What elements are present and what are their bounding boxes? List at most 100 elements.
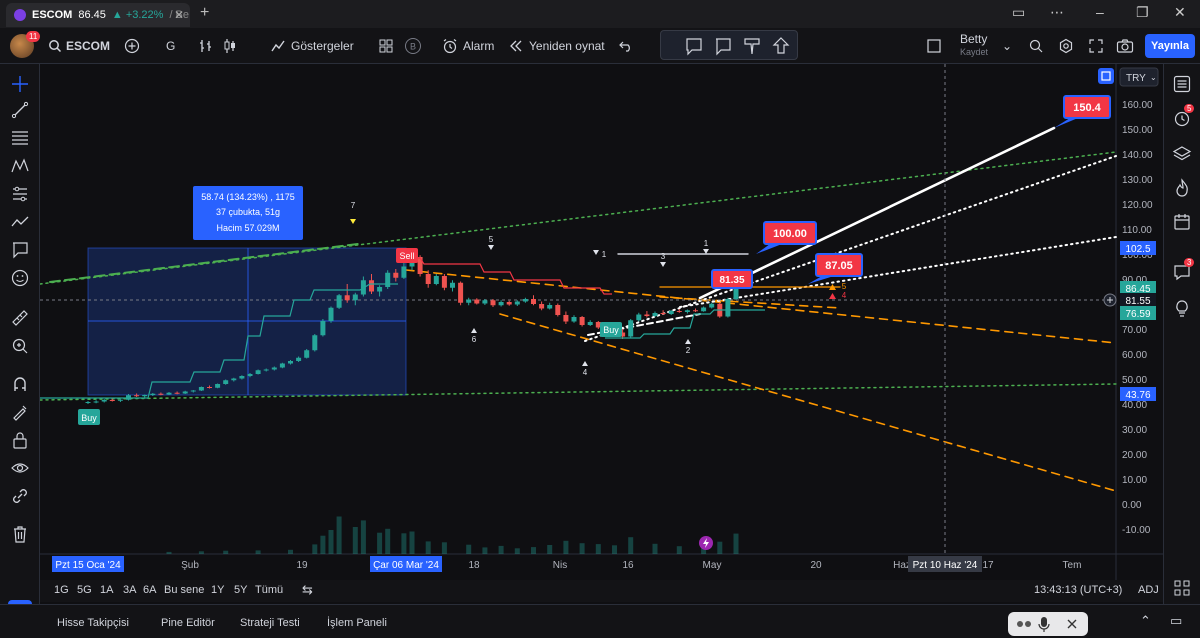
symbol-label: ESCOM [66, 39, 111, 53]
apps-grid-icon[interactable] [1172, 578, 1192, 598]
tab-stock-screener[interactable]: Hisse Takipçisi [57, 617, 129, 629]
undo-button[interactable] [618, 28, 634, 64]
alert-button[interactable]: Alarm [442, 28, 494, 64]
templates-button[interactable] [378, 28, 394, 64]
lock-icon[interactable] [10, 430, 30, 450]
trend-line-icon[interactable] [10, 100, 30, 120]
compare-button[interactable] [124, 28, 140, 64]
quick-search-button[interactable] [1028, 28, 1044, 64]
minimize-icon[interactable]: – [1096, 4, 1104, 20]
symbol-search[interactable]: ESCOM [48, 28, 110, 64]
layout-select-button[interactable] [926, 28, 942, 64]
magnet-icon[interactable] [10, 374, 30, 394]
voice-widget-icons [1017, 617, 1077, 632]
fib-retracement-icon[interactable] [10, 128, 30, 148]
target-81-label[interactable]: 81.35 [711, 269, 753, 289]
target-81-value: 81.35 [719, 275, 744, 286]
text-note-icon[interactable] [10, 240, 30, 260]
time-tick-label: 17 [982, 560, 994, 571]
settings-button[interactable] [1058, 28, 1074, 64]
sell-signal[interactable]: Sell [396, 248, 418, 263]
ideas-bulb-icon[interactable] [1172, 298, 1192, 318]
browser-tabstrip: ESCOM 86.45 ▲ +3.22% / Be ✕ + ▭ ⋯ – ❐ ✕ [0, 0, 1200, 28]
restore-icon[interactable]: ❐ [1136, 4, 1149, 21]
volume-bar [595, 544, 601, 554]
ruler-icon[interactable] [10, 308, 30, 328]
range-ytd[interactable]: Bu sene [164, 584, 204, 596]
brush-icon[interactable] [10, 212, 30, 232]
collapse-panel-chevron-icon[interactable]: ⌃ [1140, 613, 1151, 629]
pattern-icon[interactable] [10, 156, 30, 176]
volume-bar [563, 540, 569, 554]
replay-button[interactable]: Yeniden oynat [508, 28, 605, 64]
range-1d[interactable]: 1G [54, 584, 69, 596]
maximize-panel-icon[interactable]: ▭ [1170, 613, 1182, 629]
layout-menu-chevron-icon[interactable]: ⌄ [1002, 28, 1012, 64]
draw-mode-icon[interactable] [10, 402, 30, 422]
events-lightning-icon[interactable] [699, 536, 713, 550]
tab-pine-editor[interactable]: Pine Editör [161, 617, 215, 629]
range-all[interactable]: Tümü [255, 584, 283, 596]
range-3m[interactable]: 3A [123, 584, 136, 596]
layout-name-button[interactable]: Betty Kaydet [960, 33, 988, 59]
time-tag-cursor: Pzt 10 Haz '24 [913, 560, 978, 571]
candle [223, 379, 229, 385]
range-6m[interactable]: 6A [143, 584, 156, 596]
calendar-icon[interactable] [1172, 212, 1192, 232]
publish-button[interactable]: Yayınla [1145, 34, 1195, 58]
wave-label-3: 3 [661, 252, 666, 261]
candle [628, 319, 634, 338]
new-tab-icon[interactable]: + [200, 4, 209, 22]
floating-drawing-toolbar [660, 30, 798, 60]
measure-volume: Hacim 57.029M [216, 223, 279, 233]
eye-icon[interactable] [10, 458, 30, 478]
target-150-value: 150.4 [1073, 102, 1101, 114]
grid-icon [379, 39, 393, 53]
price-tick-label: 50.00 [1122, 375, 1147, 386]
goto-date-icon[interactable]: ⇆ [302, 582, 313, 598]
trash-icon[interactable] [10, 524, 30, 544]
zoom-in-icon[interactable] [10, 336, 30, 356]
candle [304, 349, 310, 359]
adjust-toggle[interactable]: ADJ [1138, 584, 1159, 596]
fullscreen-button[interactable] [1088, 28, 1104, 64]
projection-icon[interactable] [10, 184, 30, 204]
volume-bar [223, 550, 229, 554]
indicators-button[interactable]: Göstergeler [270, 28, 354, 64]
tab-trading-panel[interactable]: İşlem Paneli [327, 617, 387, 629]
volume-bar [579, 543, 585, 554]
measure-info-box[interactable]: 58.74 (134.23%) , 1175 37 çubukta, 51g H… [193, 186, 303, 240]
menu-dots-icon[interactable]: ⋯ [1050, 4, 1064, 21]
bar-style-button[interactable] [198, 28, 214, 64]
emoji-icon[interactable] [10, 268, 30, 288]
tab-close-icon[interactable]: ✕ [174, 8, 184, 22]
clock-display[interactable]: 13:43:13 (UTC+3) [1034, 584, 1122, 596]
buy-signal-2[interactable]: Buy [600, 322, 622, 337]
snapshot-button[interactable] [1116, 28, 1134, 64]
range-5y[interactable]: 5Y [234, 584, 247, 596]
hotlist-fire-icon[interactable] [1172, 178, 1192, 198]
candle-style-button[interactable] [222, 28, 238, 64]
price-tick-label: 60.00 [1122, 350, 1147, 361]
watchlist-icon[interactable] [1172, 74, 1192, 94]
range-5d[interactable]: 5G [77, 584, 92, 596]
currency-select[interactable]: TRY ⌄ [1119, 67, 1159, 87]
auto-scale-button[interactable] [1098, 68, 1114, 84]
range-1m[interactable]: 1A [100, 584, 113, 596]
volume-bar [288, 549, 293, 554]
volume-bar [482, 547, 488, 554]
volume-bar [409, 531, 415, 554]
cast-icon[interactable]: ▭ [1012, 4, 1025, 21]
voice-typing-widget[interactable] [1008, 612, 1088, 636]
strategy-button[interactable]: B [404, 28, 422, 64]
close-window-icon[interactable]: ✕ [1174, 4, 1186, 21]
link-icon[interactable] [10, 486, 30, 506]
layers-icon[interactable] [1172, 144, 1192, 164]
price-chart[interactable]: Buy Sell Buy 58.74 (134.23%) , 1175 37 ç… [40, 64, 1163, 580]
buy-signal-1[interactable]: Buy [78, 409, 100, 425]
interval-button[interactable]: G [166, 28, 175, 64]
range-1y[interactable]: 1Y [211, 584, 224, 596]
tab-strategy-tester[interactable]: Strateji Testi [240, 617, 300, 629]
crosshair-icon[interactable] [10, 74, 30, 94]
browser-tab[interactable]: ESCOM 86.45 ▲ +3.22% / Be ✕ [6, 3, 190, 27]
